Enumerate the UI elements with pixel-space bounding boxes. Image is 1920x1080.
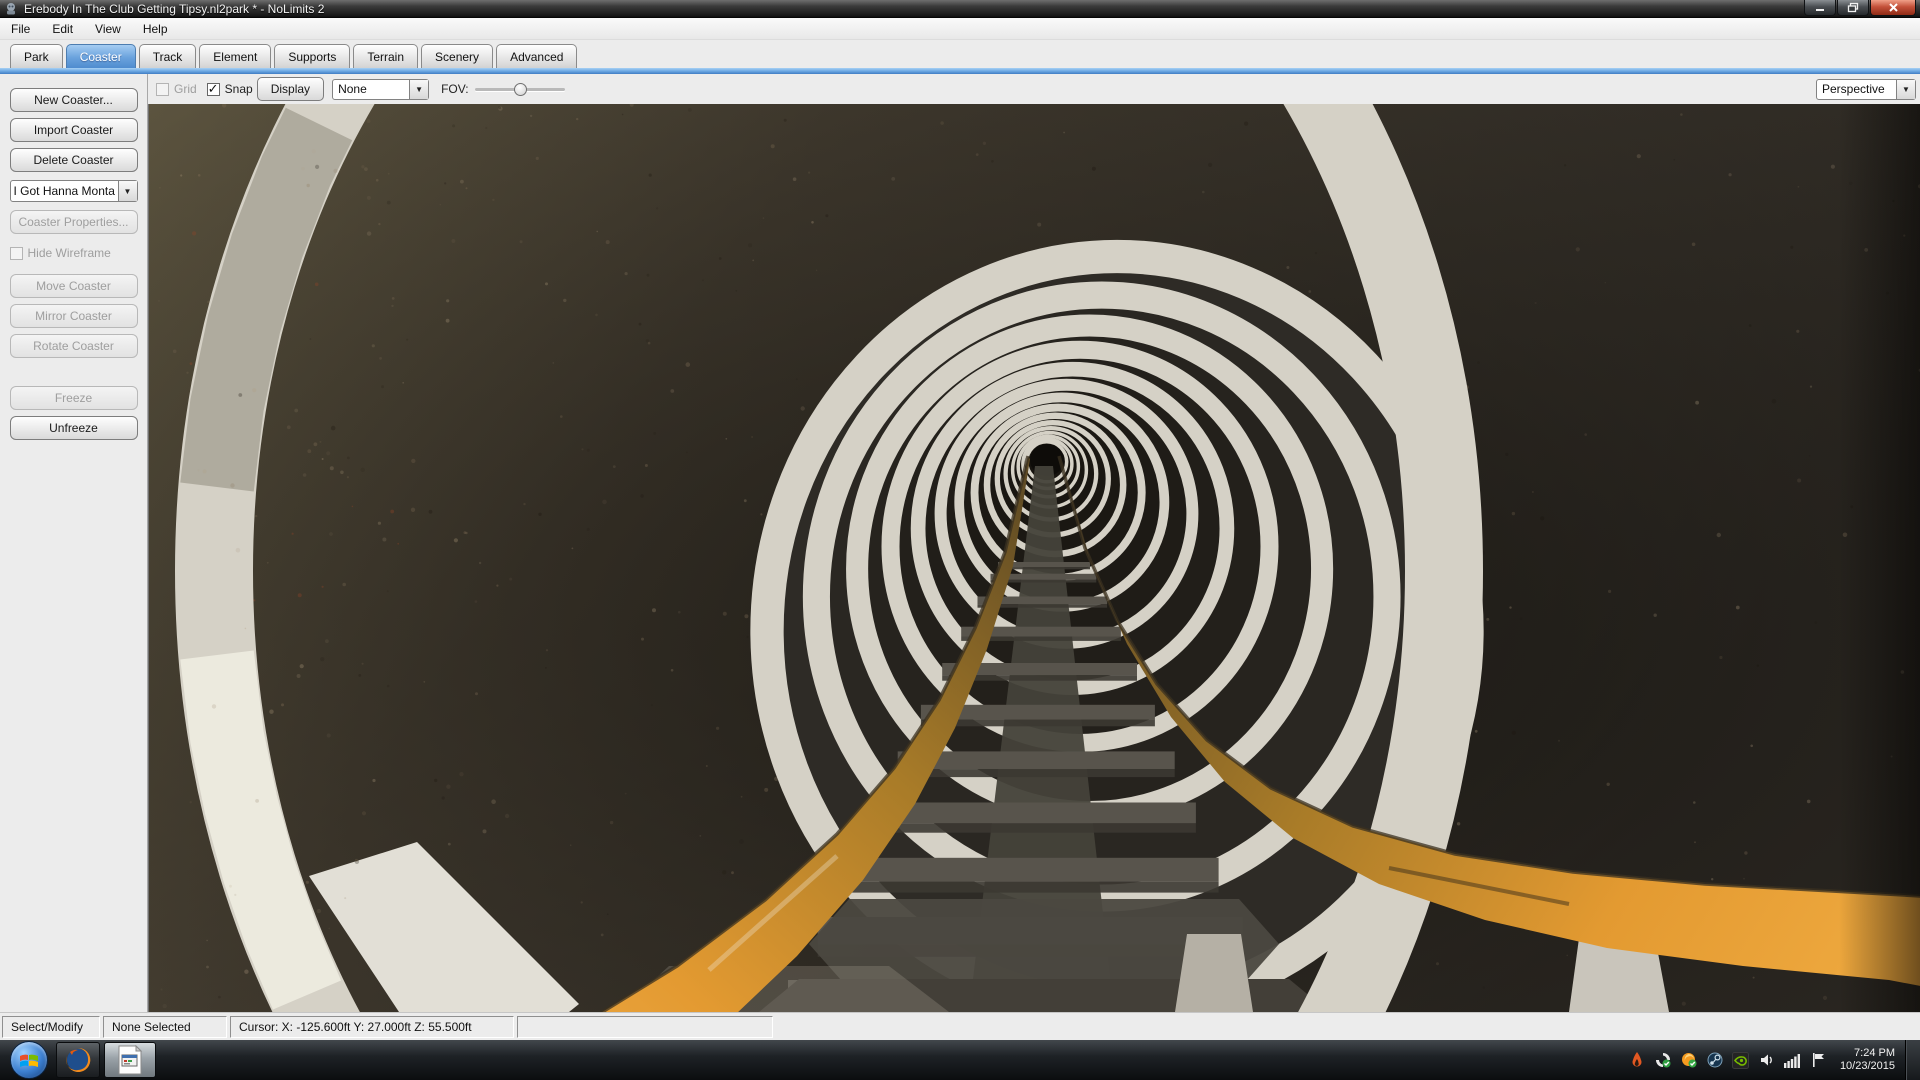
steam-tray-icon[interactable] [1706,1051,1724,1069]
tab-track[interactable]: Track [139,44,197,68]
freeze-button[interactable]: Freeze [10,386,138,410]
hide-wireframe-checkbox[interactable] [10,247,23,260]
viewport-toolbar: Grid Snap Display None ▼ FOV: Perspectiv… [148,74,1920,104]
status-bar: Select/Modify None Selected Cursor: X: -… [0,1012,1920,1040]
coaster-properties-button[interactable]: Coaster Properties... [10,210,138,234]
menu-view[interactable]: View [84,19,132,39]
camera-mode-select[interactable]: Perspective ▼ [1816,79,1916,100]
tab-supports[interactable]: Supports [274,44,350,68]
mirror-coaster-button[interactable]: Mirror Coaster [10,304,138,328]
menu-edit[interactable]: Edit [41,19,84,39]
minimize-button[interactable] [1804,0,1836,16]
fov-slider[interactable] [475,83,565,96]
show-desktop-button[interactable] [1905,1040,1920,1080]
window-title: Erebody In The Club Getting Tipsy.nl2par… [24,0,324,18]
volume-icon[interactable] [1758,1051,1776,1069]
tab-park[interactable]: Park [10,44,63,68]
unfreeze-button[interactable]: Unfreeze [10,416,138,440]
close-icon [1888,2,1899,13]
status-selection: None Selected [103,1016,227,1038]
tab-coaster[interactable]: Coaster [66,44,136,68]
minimize-icon [1814,3,1826,13]
display-button[interactable]: Display [257,77,324,101]
new-coaster-button[interactable]: New Coaster... [10,88,138,112]
chevron-down-icon[interactable]: ▼ [1896,80,1915,99]
tab-terrain[interactable]: Terrain [353,44,418,68]
grid-label: Grid [174,82,197,96]
coaster-sidebar: New Coaster... Import Coaster Delete Coa… [0,74,148,1012]
viewport-3d-scene[interactable] [149,104,1920,1012]
system-tray: 7:24 PM 10/23/2015 [1624,1040,1920,1080]
taskbar-nolimits-button[interactable] [104,1042,156,1078]
status-mode: Select/Modify [2,1016,100,1038]
status-cursor-coordinates: Cursor: X: -125.600ft Y: 27.000ft Z: 55.… [230,1016,514,1038]
network-icon[interactable] [1784,1051,1802,1069]
clock-time: 7:24 PM [1840,1047,1895,1060]
camera-mode-value: Perspective [1817,82,1896,96]
menu-file[interactable]: File [0,19,41,39]
grid-toggle-row[interactable]: Grid [156,82,197,96]
start-button[interactable] [10,1041,48,1079]
coaster-select[interactable]: I Got Hanna Monta ▼ [10,180,138,202]
mode-tab-bar: Park Coaster Track Element Supports Terr… [0,40,1920,68]
nolimits-editor-icon [117,1045,143,1075]
tab-scenery[interactable]: Scenery [421,44,493,68]
snap-toggle-row[interactable]: Snap [207,82,253,96]
taskbar-firefox-button[interactable] [56,1042,100,1078]
antivirus-tray-icon[interactable] [1680,1051,1698,1069]
display-mode-select[interactable]: None ▼ [332,79,429,100]
rotate-coaster-button[interactable]: Rotate Coaster [10,334,138,358]
windows-flag-icon [19,1050,39,1070]
app-icon [4,2,18,16]
snap-label: Snap [225,82,253,96]
status-extra [517,1016,773,1038]
menu-help[interactable]: Help [132,19,179,39]
clock-date: 10/23/2015 [1840,1060,1895,1073]
desktop: { "window": { "title": "Erebody In The C… [0,0,1920,1080]
flame-tray-icon[interactable] [1628,1051,1646,1069]
chevron-down-icon[interactable]: ▼ [118,181,137,201]
fov-slider-thumb[interactable] [514,83,527,96]
snap-checkbox[interactable] [207,83,220,96]
action-center-flag-icon[interactable] [1810,1051,1828,1069]
tab-element[interactable]: Element [199,44,271,68]
chevron-down-icon[interactable]: ▼ [409,80,428,99]
sync-tray-icon[interactable] [1654,1051,1672,1069]
firefox-icon [64,1046,92,1074]
nvidia-tray-icon[interactable] [1732,1051,1750,1069]
fov-label: FOV: [441,82,469,96]
viewport-3d[interactable] [148,104,1920,1012]
move-coaster-button[interactable]: Move Coaster [10,274,138,298]
restore-button[interactable] [1837,0,1869,16]
taskbar: 7:24 PM 10/23/2015 [0,1040,1920,1080]
import-coaster-button[interactable]: Import Coaster [10,118,138,142]
close-button[interactable] [1870,0,1916,16]
restore-icon [1847,2,1859,13]
display-mode-value: None [333,82,409,96]
tab-advanced[interactable]: Advanced [496,44,577,68]
grid-checkbox[interactable] [156,83,169,96]
taskbar-clock[interactable]: 7:24 PM 10/23/2015 [1840,1047,1895,1073]
delete-coaster-button[interactable]: Delete Coaster [10,148,138,172]
hide-wireframe-label: Hide Wireframe [28,246,111,260]
coaster-select-value: I Got Hanna Monta [11,184,118,198]
hide-wireframe-row[interactable]: Hide Wireframe [10,246,138,260]
menu-bar: File Edit View Help [0,18,1920,40]
title-bar[interactable]: Erebody In The Club Getting Tipsy.nl2par… [0,0,1920,18]
